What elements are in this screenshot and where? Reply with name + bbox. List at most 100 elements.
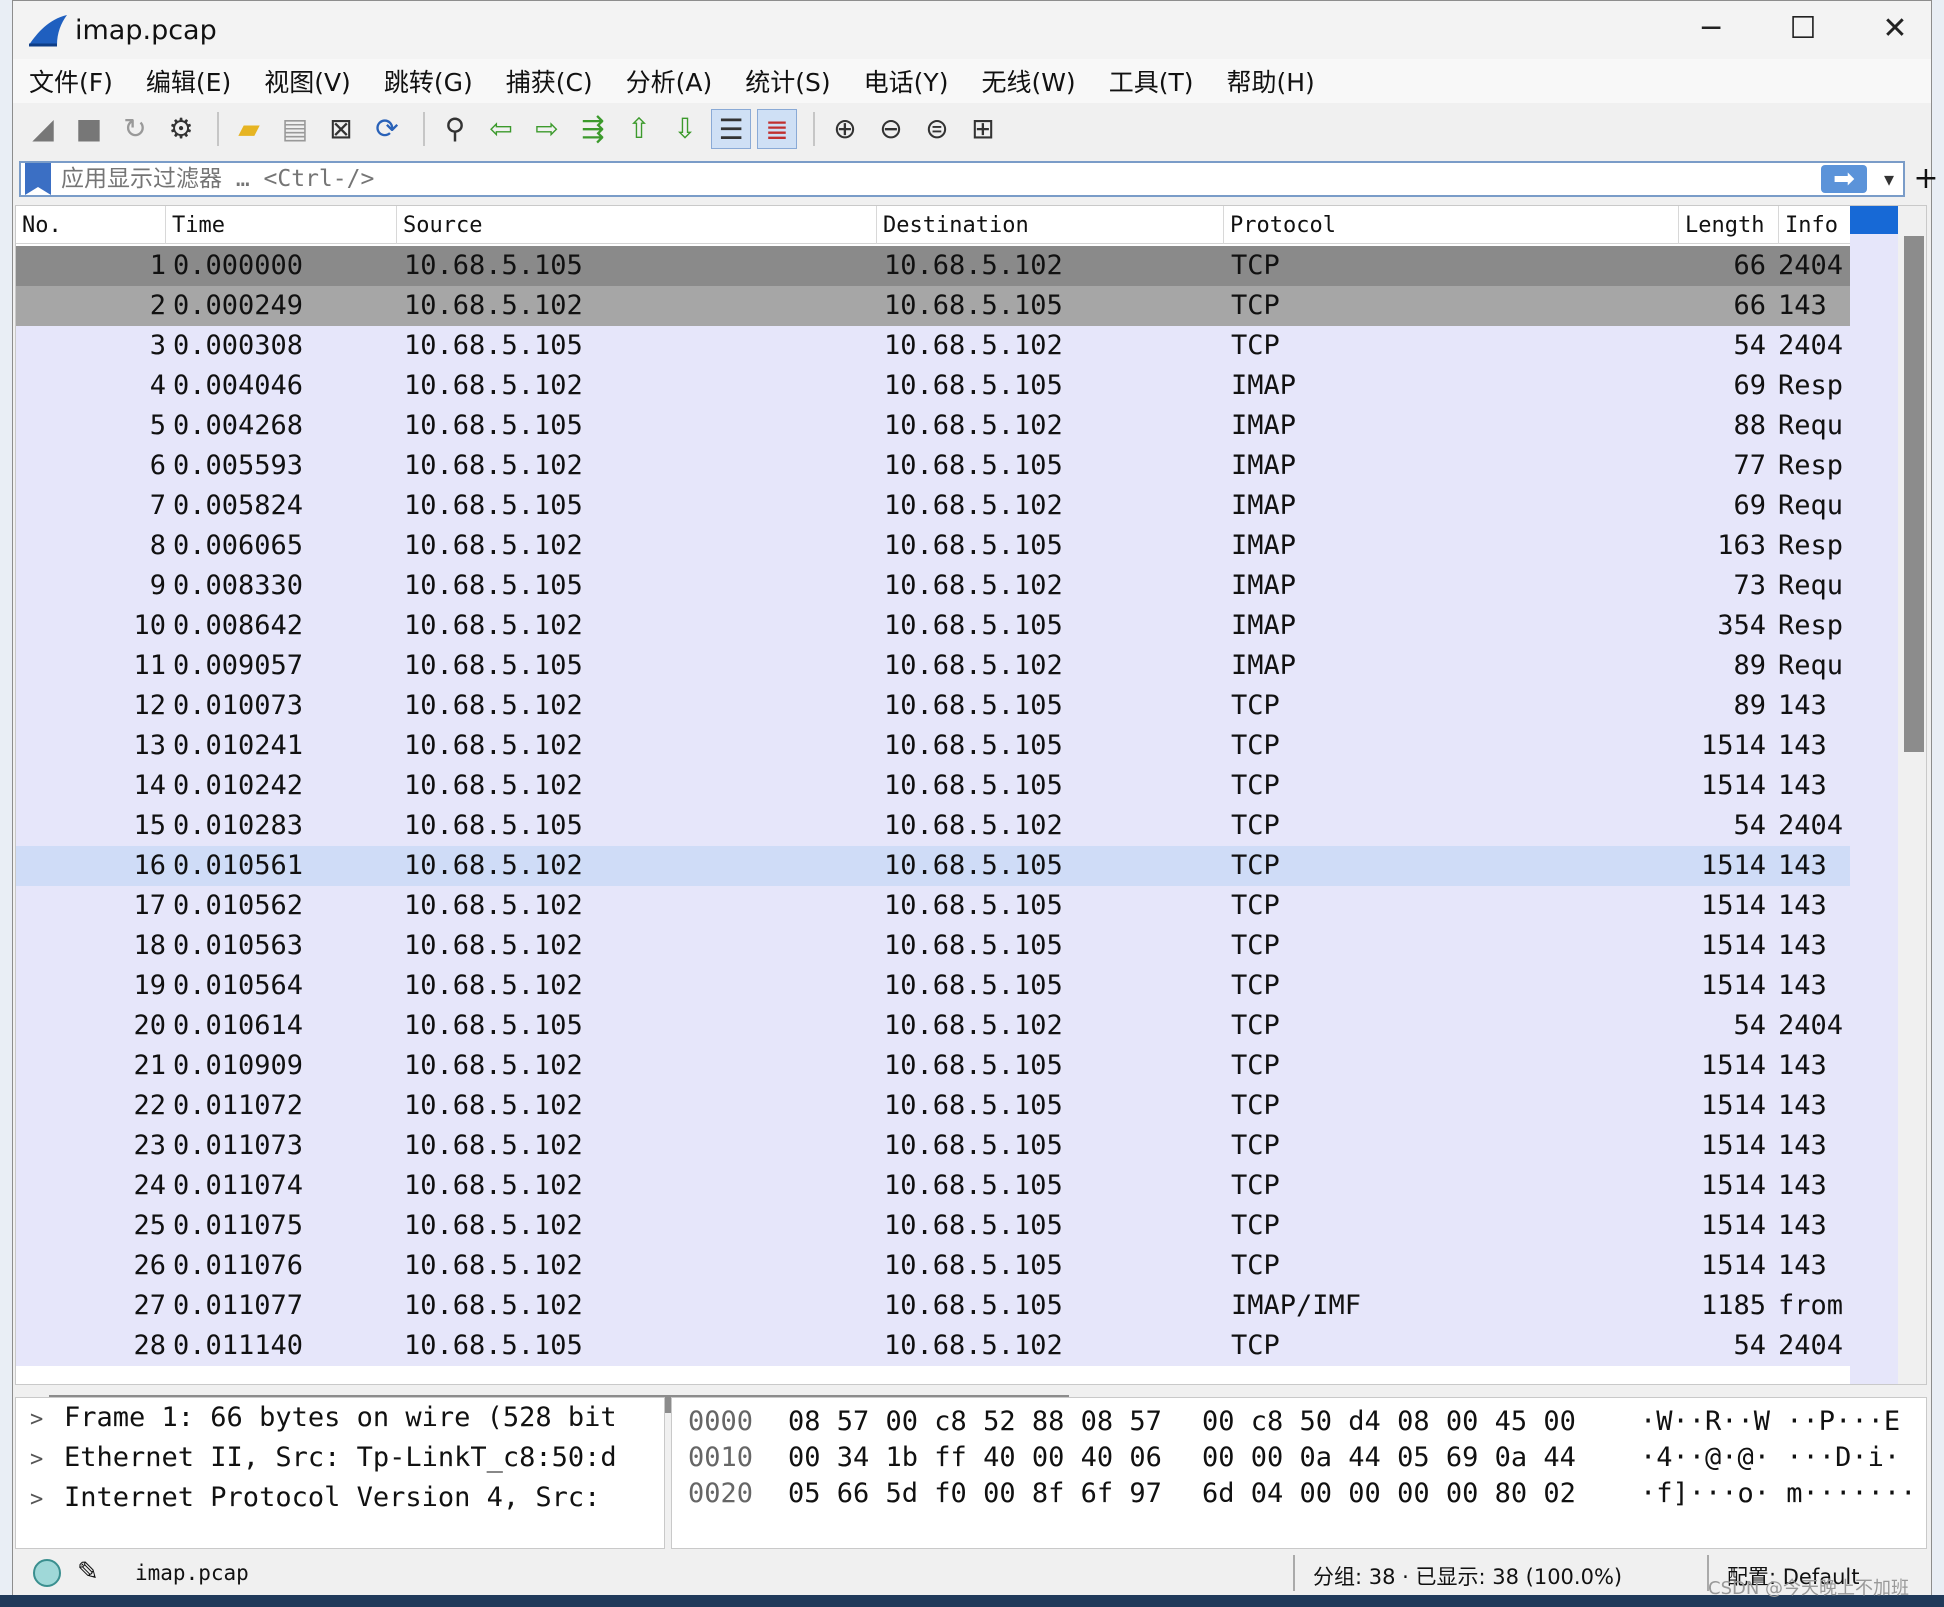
packet-row[interactable]: 5 0.004268 10.68.5.105 10.68.5.102 IMAP 88 Req…	[16, 406, 1850, 446]
column-header-source[interactable]: Source	[397, 206, 877, 244]
options-icon[interactable]: ⚙	[161, 109, 201, 149]
bytes-hex[interactable]: 6d 04 00 00 00 00 80 02	[1202, 1476, 1576, 1512]
packet-details-pane[interactable]: > Frame 1: 66 bytes on wire (528 bit > Eth…	[15, 1397, 665, 1549]
packet-row[interactable]: 11 0.009057 10.68.5.105 10.68.5.102 IMAP 89 Re…	[16, 646, 1850, 686]
packet-bytes-pane[interactable]: 0000 08 57 00 c8 52 88 08 57 00 c8 50 d4…	[671, 1397, 1927, 1549]
packet-row[interactable]: 25 0.011075 10.68.5.102 10.68.5.105 TCP 1514 1…	[16, 1206, 1850, 1246]
packet-row[interactable]: 26 0.011076 10.68.5.102 10.68.5.105 TCP 1514 1…	[16, 1246, 1850, 1286]
menu-go[interactable]: 跳转(G)	[384, 63, 473, 99]
detail-row-ethernet[interactable]: > Ethernet II, Src: Tp-LinkT_c8:50:d	[16, 1438, 664, 1478]
packet-minimap[interactable]	[1850, 206, 1898, 1384]
find-icon[interactable]: ⚲	[435, 109, 475, 149]
close-button[interactable]: ✕	[1865, 9, 1925, 49]
packet-row[interactable]: 20 0.010614 10.68.5.105 10.68.5.102 TCP 54 240…	[16, 1006, 1850, 1046]
cell-src: 10.68.5.105	[404, 570, 583, 601]
bytes-ascii[interactable]: ·f]···o· m·······	[1640, 1476, 1916, 1512]
packet-row[interactable]: 3 0.000308 10.68.5.105 10.68.5.102 TCP 54 2404	[16, 326, 1850, 366]
column-header-no[interactable]: No.	[16, 206, 166, 244]
zoom-in-icon[interactable]: ⊕	[825, 109, 865, 149]
bytes-hex[interactable]: 00 00 0a 44 05 69 0a 44	[1202, 1440, 1576, 1476]
packet-row[interactable]: 8 0.006065 10.68.5.102 10.68.5.105 IMAP 163 Re…	[16, 526, 1850, 566]
filter-bookmark-icon[interactable]	[25, 163, 51, 195]
colorize-icon[interactable]: ≣	[757, 109, 797, 149]
packet-row[interactable]: 28 0.011140 10.68.5.105 10.68.5.102 TCP 54 240…	[16, 1326, 1850, 1366]
maximize-button[interactable]: ☐	[1773, 9, 1833, 49]
cell-proto: TCP	[1231, 970, 1280, 1001]
packet-row[interactable]: 19 0.010564 10.68.5.102 10.68.5.105 TCP 1514 1…	[16, 966, 1850, 1006]
cell-info: 2404	[1778, 330, 1844, 361]
close-file-icon[interactable]: ⊠	[321, 109, 361, 149]
file-icon[interactable]: ▤	[275, 109, 315, 149]
column-header-length[interactable]: Length	[1679, 206, 1779, 244]
bytes-ascii[interactable]: ·W··R··W ··P···E	[1640, 1404, 1900, 1440]
bytes-hex[interactable]: 08 57 00 c8 52 88 08 57	[788, 1404, 1162, 1440]
menu-tools[interactable]: 工具(T)	[1109, 63, 1194, 99]
bytes-hex[interactable]: 00 34 1b ff 40 00 40 06	[788, 1440, 1162, 1476]
restart-icon[interactable]: ↻	[115, 109, 155, 149]
packet-row[interactable]: 4 0.004046 10.68.5.102 10.68.5.105 IMAP 69 Res…	[16, 366, 1850, 406]
packet-row[interactable]: 17 0.010562 10.68.5.102 10.68.5.105 TCP 1514 1…	[16, 886, 1850, 926]
packet-row[interactable]: 18 0.010563 10.68.5.102 10.68.5.105 TCP 1514 1…	[16, 926, 1850, 966]
column-header-time[interactable]: Time	[166, 206, 397, 244]
back-arrow-icon[interactable]: ⇦	[481, 109, 521, 149]
goto-packet-icon[interactable]: ⇶	[573, 109, 613, 149]
bytes-hex[interactable]: 00 c8 50 d4 08 00 45 00	[1202, 1404, 1576, 1440]
vertical-scroll-thumb[interactable]	[1904, 236, 1924, 752]
packet-row[interactable]: 6 0.005593 10.68.5.102 10.68.5.105 IMAP 77 Res…	[16, 446, 1850, 486]
ready-status-icon[interactable]	[33, 1559, 61, 1587]
resize-columns-icon[interactable]: ⊞	[963, 109, 1003, 149]
packet-row[interactable]: 16 0.010561 10.68.5.102 10.68.5.105 TCP 1514 1…	[16, 846, 1850, 886]
menu-wireless[interactable]: 无线(W)	[981, 63, 1075, 99]
packet-row[interactable]: 24 0.011074 10.68.5.102 10.68.5.105 TCP 1514 1…	[16, 1166, 1850, 1206]
forward-arrow-icon[interactable]: ⇨	[527, 109, 567, 149]
packet-row[interactable]: 12 0.010073 10.68.5.102 10.68.5.105 TCP 89 143	[16, 686, 1850, 726]
expand-arrow-icon[interactable]: >	[30, 1440, 64, 1480]
expand-arrow-icon[interactable]: >	[30, 1400, 64, 1440]
bytes-ascii[interactable]: ·4··@·@· ···D·i·	[1640, 1440, 1900, 1476]
menu-view[interactable]: 视图(V)	[264, 63, 351, 99]
menu-file[interactable]: 文件(F)	[29, 63, 113, 99]
reload-icon[interactable]: ⟳	[367, 109, 407, 149]
open-folder-icon[interactable]: ▰	[229, 109, 269, 149]
packet-row[interactable]: 27 0.011077 10.68.5.102 10.68.5.105 IMAP/IMF…	[16, 1286, 1850, 1326]
menu-help[interactable]: 帮助(H)	[1226, 63, 1314, 99]
packet-row[interactable]: 23 0.011073 10.68.5.102 10.68.5.105 TCP 1514 1…	[16, 1126, 1850, 1166]
bytes-hex[interactable]: 05 66 5d f0 00 8f 6f 97	[788, 1476, 1162, 1512]
packet-row[interactable]: 7 0.005824 10.68.5.105 10.68.5.102 IMAP 69 Req…	[16, 486, 1850, 526]
stop-icon[interactable]: ■	[69, 109, 109, 149]
zoom-out-icon[interactable]: ⊖	[871, 109, 911, 149]
packet-row[interactable]: 13 0.010241 10.68.5.102 10.68.5.105 TCP 1514 1…	[16, 726, 1850, 766]
filter-dropdown-icon[interactable]: ▾	[1875, 167, 1903, 191]
zoom-normal-icon[interactable]: ⊜	[917, 109, 957, 149]
detail-row-ipv4[interactable]: > Internet Protocol Version 4, Src:	[16, 1478, 664, 1518]
packet-row[interactable]: 14 0.010242 10.68.5.102 10.68.5.105 TCP 1514 1…	[16, 766, 1850, 806]
cell-no: 12	[133, 690, 166, 721]
menu-analyze[interactable]: 分析(A)	[626, 63, 713, 99]
column-header-destination[interactable]: Destination	[877, 206, 1224, 244]
column-header-info[interactable]: Info	[1779, 206, 1850, 244]
capture-comment-icon[interactable]: ✎	[77, 1557, 99, 1587]
packet-row[interactable]: 22 0.011072 10.68.5.102 10.68.5.105 TCP 1514 1…	[16, 1086, 1850, 1126]
menu-edit[interactable]: 编辑(E)	[146, 63, 231, 99]
menu-telephony[interactable]: 电话(Y)	[864, 63, 949, 99]
apply-filter-button[interactable]: ➡	[1821, 165, 1867, 193]
packet-row[interactable]: 1 0.000000 10.68.5.105 10.68.5.102 TCP 66 2404	[16, 246, 1850, 286]
display-filter-input[interactable]	[61, 164, 1821, 194]
packet-list[interactable]: No. Time Source Destination Protocol Len…	[15, 205, 1927, 1385]
packet-row[interactable]: 2 0.000249 10.68.5.102 10.68.5.105 TCP 66 143	[16, 286, 1850, 326]
packet-row[interactable]: 10 0.008642 10.68.5.102 10.68.5.105 IMAP 354 R…	[16, 606, 1850, 646]
expand-arrow-icon[interactable]: >	[30, 1480, 64, 1520]
add-filter-button[interactable]: +	[1911, 161, 1941, 197]
packet-row[interactable]: 15 0.010283 10.68.5.105 10.68.5.102 TCP 54 240…	[16, 806, 1850, 846]
shark-fin-icon[interactable]: ◢	[23, 109, 63, 149]
packet-row[interactable]: 21 0.010909 10.68.5.102 10.68.5.105 TCP 1514 1…	[16, 1046, 1850, 1086]
column-header-protocol[interactable]: Protocol	[1224, 206, 1679, 244]
packet-row[interactable]: 9 0.008330 10.68.5.105 10.68.5.102 IMAP 73 Req…	[16, 566, 1850, 606]
menu-statistics[interactable]: 统计(S)	[745, 63, 830, 99]
last-packet-icon[interactable]: ⇩	[665, 109, 705, 149]
first-packet-icon[interactable]: ⇧	[619, 109, 659, 149]
detail-row-frame[interactable]: > Frame 1: 66 bytes on wire (528 bit	[16, 1398, 664, 1438]
menu-capture[interactable]: 捕获(C)	[506, 63, 593, 99]
minimize-button[interactable]: ─	[1681, 9, 1741, 49]
autoscroll-icon[interactable]: ☰	[711, 109, 751, 149]
